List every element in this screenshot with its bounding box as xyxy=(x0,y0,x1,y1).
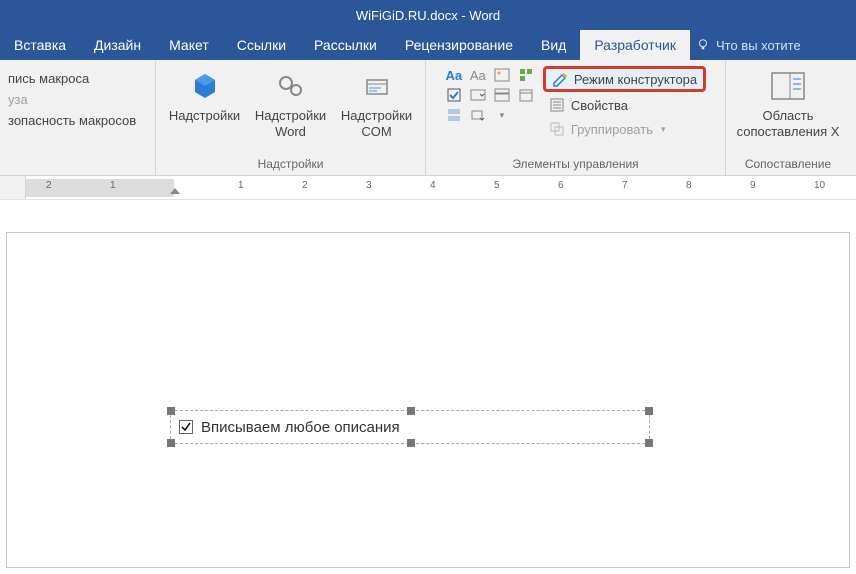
word-addins-button[interactable]: Надстройки Word xyxy=(248,64,334,152)
tab-design[interactable]: Дизайн xyxy=(80,30,155,60)
group-addins: Надстройки Надстройки Word Надстройки CO… xyxy=(156,60,426,175)
group-code-label xyxy=(6,155,149,175)
resize-handle[interactable] xyxy=(407,407,415,415)
resize-handle[interactable] xyxy=(645,439,653,447)
title-bar: WiFiGiD.RU.docx - Word xyxy=(0,0,856,30)
xml-mapping-pane-button[interactable]: Область сопоставления X xyxy=(732,64,844,152)
com-icon xyxy=(361,68,393,104)
chevron-down-icon: ▾ xyxy=(661,124,666,135)
group-icon xyxy=(549,121,565,137)
resize-handle[interactable] xyxy=(407,439,415,447)
tab-layout[interactable]: Макет xyxy=(155,30,223,60)
tab-mailings[interactable]: Рассылки xyxy=(300,30,391,60)
checkbox-control[interactable] xyxy=(179,420,193,434)
checkmark-icon xyxy=(181,422,191,432)
group-controls-label: Элементы управления xyxy=(432,155,719,175)
indent-marker[interactable] xyxy=(170,188,180,194)
ribbon: пись макроса уза зопасность макросов Над… xyxy=(0,60,856,176)
com-addins-button[interactable]: Надстройки COM xyxy=(334,64,420,152)
group-addins-label: Надстройки xyxy=(162,155,419,175)
building-block-control-icon[interactable] xyxy=(517,66,535,84)
tab-view[interactable]: Вид xyxy=(527,30,580,60)
horizontal-ruler[interactable]: 2 1 1 2 3 4 5 6 7 8 9 10 xyxy=(0,176,856,200)
gear-icon xyxy=(275,68,307,104)
ruler-corner xyxy=(0,176,26,199)
lightbulb-icon xyxy=(696,38,710,52)
date-picker-control-icon[interactable] xyxy=(517,86,535,104)
rich-text-control-icon[interactable]: Aa xyxy=(445,66,463,84)
group-mapping-label: Сопоставление xyxy=(732,155,844,175)
legacy-dropdown-icon[interactable]: ▾ xyxy=(493,106,511,124)
resize-handle[interactable] xyxy=(645,407,653,415)
group-controls: Aa Aa ▾ xyxy=(426,60,726,175)
design-mode-icon xyxy=(552,71,568,87)
pause-recording-button: уза xyxy=(6,89,30,110)
control-placeholder-text[interactable]: Вписываем любое описания xyxy=(201,419,400,436)
tab-developer[interactable]: Разработчик xyxy=(580,30,690,60)
repeating-section-icon[interactable] xyxy=(445,106,463,124)
group-code: пись макроса уза зопасность макросов xyxy=(0,60,156,175)
addins-icon xyxy=(189,68,221,104)
ribbon-tabs: Вставка Дизайн Макет Ссылки Рассылки Рец… xyxy=(0,30,856,60)
content-control[interactable]: Вписываем любое описания xyxy=(170,410,650,444)
mapping-pane-icon xyxy=(770,68,806,104)
picture-control-icon[interactable] xyxy=(493,66,511,84)
legacy-tools-icon[interactable] xyxy=(469,106,487,124)
plain-text-control-icon[interactable]: Aa xyxy=(469,66,487,84)
document-page[interactable] xyxy=(6,232,850,568)
design-mode-button[interactable]: Режим конструктора xyxy=(543,66,706,92)
resize-handle[interactable] xyxy=(167,439,175,447)
properties-button[interactable]: Свойства xyxy=(543,94,706,116)
tab-references[interactable]: Ссылки xyxy=(223,30,300,60)
macro-security-button[interactable]: зопасность макросов xyxy=(6,110,138,131)
record-macro-button[interactable]: пись макроса xyxy=(6,68,91,89)
resize-handle[interactable] xyxy=(167,407,175,415)
tab-insert[interactable]: Вставка xyxy=(0,30,80,60)
tab-review[interactable]: Рецензирование xyxy=(391,30,527,60)
group-mapping: Область сопоставления X Сопоставление xyxy=(726,60,850,175)
checkbox-control-icon[interactable] xyxy=(445,86,463,104)
dropdown-control-icon[interactable] xyxy=(493,86,511,104)
addins-button[interactable]: Надстройки xyxy=(162,64,248,152)
combobox-control-icon[interactable] xyxy=(469,86,487,104)
properties-icon xyxy=(549,97,565,113)
controls-gallery: Aa Aa ▾ xyxy=(443,64,539,124)
window-title: WiFiGiD.RU.docx - Word xyxy=(356,8,500,23)
tell-me-search[interactable]: Что вы хотите xyxy=(696,38,801,53)
group-button: Группировать ▾ xyxy=(543,118,706,140)
